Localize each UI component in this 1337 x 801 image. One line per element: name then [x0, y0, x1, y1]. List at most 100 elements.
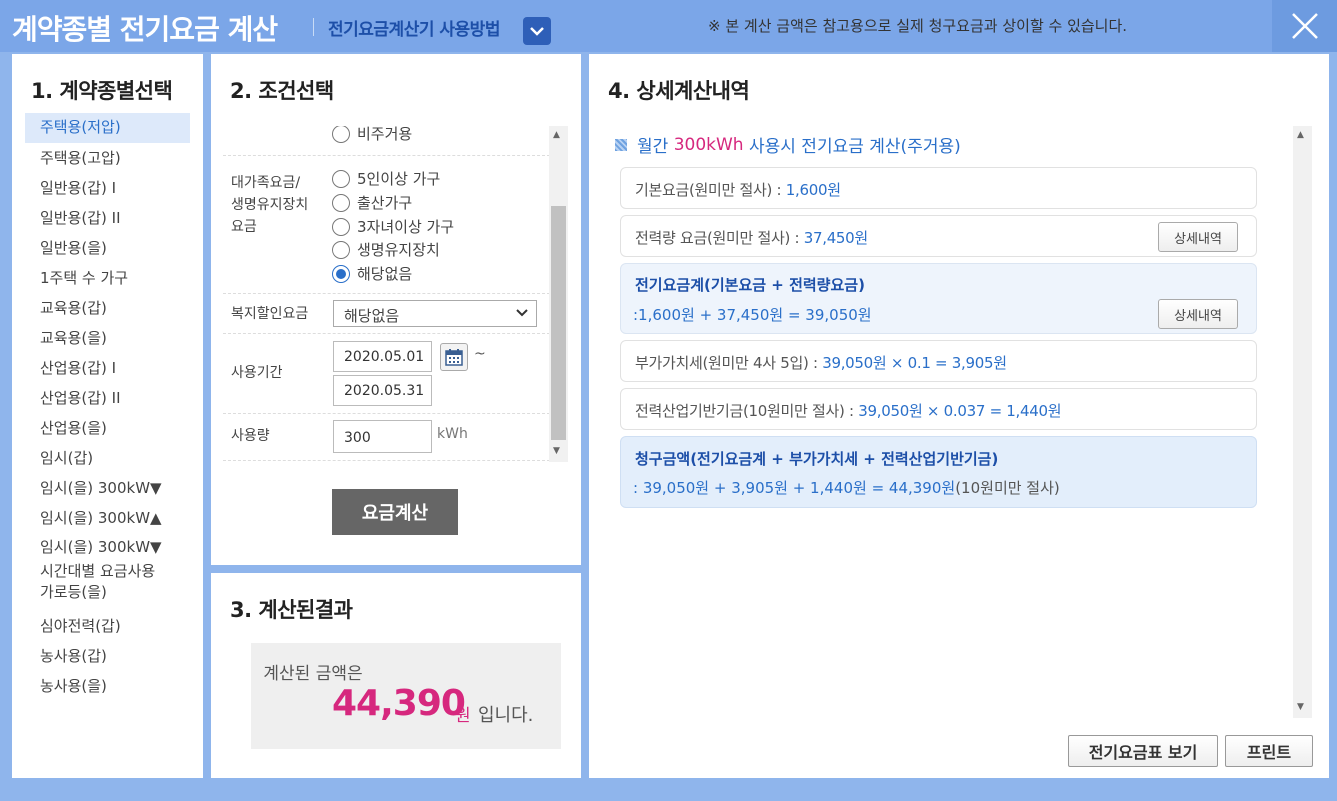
guide-toggle-button[interactable] [523, 17, 551, 45]
print-button[interactable]: 프린트 [1225, 735, 1313, 767]
result-label: 계산된 금액은 [263, 664, 363, 684]
fund-formula: 39,050원 × 0.037 = 1,440원 [858, 402, 1062, 420]
radio-family-5plus[interactable]: 5인이상 가구 [332, 168, 440, 189]
scroll-up-icon[interactable]: ▲ [1297, 130, 1304, 140]
select-value: 해당없음 [344, 307, 400, 325]
radio-circle[interactable] [332, 240, 350, 259]
result-amount: 44,390 [332, 683, 466, 724]
contract-item[interactable]: 농사용(갑) [25, 641, 190, 671]
calculate-button[interactable]: 요금계산 [332, 489, 458, 535]
subtotal-formula: :1,600원 + 37,450원 = 39,050원 [633, 306, 872, 324]
panel-title-result: 3. 계산된결과 [230, 598, 353, 622]
radio-circle-selected[interactable] [332, 264, 350, 283]
condition-scrollbar[interactable]: ▲ ▼ [549, 126, 568, 462]
radio-circle[interactable] [332, 217, 350, 236]
usage-row: 사용량 300 kWh [223, 414, 550, 461]
contract-item[interactable]: 임시(을) 300kW▼ [25, 473, 190, 503]
welfare-discount-select[interactable]: 해당없음 [333, 300, 537, 327]
contract-item[interactable]: 일반용(갑) I [25, 173, 190, 203]
chevron-down-icon [530, 27, 544, 36]
panel-title-contract: 1. 계약종별선택 [31, 79, 173, 103]
chevron-down-icon [516, 309, 528, 317]
condition-scroll-area[interactable]: 비주거용 대가족요금/ 생명유지장치 요금 5인이상 가구 출산가구 3자녀이상… [223, 126, 569, 462]
vat-formula: 39,050원 × 0.1 = 3,905원 [822, 354, 1007, 372]
energy-fee-label: 전력량 요금(원미만 절사) : [635, 229, 804, 247]
contract-item[interactable]: 임시(을) 300kW▼ 시간대별 요금사용 [25, 533, 190, 581]
total-note: (10원미만 절사) [955, 479, 1060, 497]
radio-label: 생명유지장치 [357, 241, 440, 259]
usage-input[interactable]: 300 [333, 420, 432, 453]
contract-type-list: 주택용(저압) 주택용(고압) 일반용(갑) I 일반용(갑) II 일반용(을… [25, 113, 190, 701]
total-formula-line: : 39,050원 + 3,905원 + 1,440원 = 44,390원(10… [633, 477, 1060, 498]
radio-family-life-support[interactable]: 생명유지장치 [332, 239, 440, 260]
radio-family-none[interactable]: 해당없음 [332, 263, 412, 284]
radio-circle[interactable] [332, 193, 350, 212]
contract-item[interactable]: 산업용(갑) I [25, 353, 190, 383]
radio-circle[interactable] [332, 169, 350, 188]
calendar-button[interactable] [440, 343, 468, 371]
base-fee-item: 기본요금(원미만 절사) : 1,600원 [620, 167, 1257, 209]
contract-item[interactable]: 임시(갑) [25, 443, 190, 473]
base-fee-text: 기본요금(원미만 절사) : 1,600원 [635, 179, 841, 200]
radio-circle[interactable] [332, 126, 350, 143]
contract-item[interactable]: 임시(을) 300kW▲ [25, 503, 190, 533]
period-label: 사용기간 [231, 365, 283, 381]
detail-scrollbar[interactable]: ▲ ▼ [1293, 126, 1312, 718]
radio-family-birth[interactable]: 출산가구 [332, 192, 412, 213]
vat-text: 부가가치세(원미만 4사 5입) : 39,050원 × 0.1 = 3,905… [635, 352, 1007, 373]
detail-heading: 월간 300kWh 사용시 전기요금 계산(주거용) [615, 132, 961, 157]
radio-non-residential[interactable]: 비주거용 [332, 126, 412, 144]
contract-item[interactable]: 가로등(을) [25, 581, 190, 611]
energy-detail-button[interactable]: 상세내역 [1158, 222, 1238, 252]
contract-item[interactable]: 일반용(갑) II [25, 203, 190, 233]
rate-table-button[interactable]: 전기요금표 보기 [1068, 735, 1218, 767]
contract-item[interactable]: 산업용(갑) II [25, 383, 190, 413]
period-start-input[interactable]: 2020.05.01 [333, 341, 432, 372]
usage-label: 사용량 [231, 428, 270, 444]
panel-title-condition: 2. 조건선택 [230, 79, 334, 103]
total-title: 청구금액(전기요금계 + 부가가치세 + 전력산업기반기금) [635, 450, 999, 468]
usage-guide-link[interactable]: 전기요금계산기 사용방법 [328, 15, 500, 40]
disclaimer-notice: ※ 본 계산 금액은 참고용으로 실제 청구요금과 상이할 수 있습니다. [708, 17, 1128, 35]
contract-item[interactable]: 심야전력(갑) [25, 611, 190, 641]
contract-item[interactable]: 주택용(저압) [25, 113, 190, 143]
energy-fee-item: 전력량 요금(원미만 절사) : 37,450원 상세내역 [620, 215, 1257, 257]
contract-item[interactable]: 주택용(고압) [25, 143, 190, 173]
radio-label: 5인이상 가구 [357, 170, 441, 188]
heading-usage: 300kWh [673, 134, 744, 155]
welfare-discount-label: 복지할인요금 [231, 306, 309, 322]
title-bar: 계약종별 전기요금 계산 전기요금계산기 사용방법 ※ 본 계산 금액은 참고용… [0, 0, 1337, 52]
base-fee-label: 기본요금(원미만 절사) : [635, 181, 786, 199]
contract-item[interactable]: 산업용(을) [25, 413, 190, 443]
energy-fee-value: 37,450원 [803, 229, 868, 247]
result-panel: 3. 계산된결과 계산된 금액은 44,390 원 입니다. [211, 573, 581, 778]
fund-label: 전력산업기반기금(10원미만 절사) : [635, 402, 859, 420]
usage-unit: kWh [437, 426, 468, 442]
contract-item[interactable]: 교육용(갑) [25, 293, 190, 323]
scroll-up-icon[interactable]: ▲ [553, 130, 560, 140]
radio-label: 출산가구 [357, 194, 413, 212]
contract-item[interactable]: 농사용(을) [25, 671, 190, 701]
result-suffix: 입니다. [478, 705, 534, 726]
contract-item[interactable]: 교육용(을) [25, 323, 190, 353]
energy-fee-text: 전력량 요금(원미만 절사) : 37,450원 [635, 227, 868, 248]
close-icon [1291, 13, 1318, 39]
heading-text: 사용시 전기요금 계산(주거용) [743, 137, 961, 157]
bullet-square-icon [615, 138, 627, 151]
scrollbar-thumb[interactable] [551, 206, 566, 440]
contract-item[interactable]: 1주택 수 가구 [25, 263, 190, 293]
scroll-down-icon[interactable]: ▼ [1297, 702, 1304, 712]
subtotal-title: 전기요금계(기본요금 + 전력량요금) [635, 276, 865, 294]
result-unit: 원 [455, 706, 471, 726]
subtotal-item: 전기요금계(기본요금 + 전력량요금) :1,600원 + 37,450원 = … [620, 263, 1257, 334]
period-end-input[interactable]: 2020.05.31 [333, 375, 432, 406]
app-title: 계약종별 전기요금 계산 [12, 13, 278, 46]
radio-family-3children[interactable]: 3자녀이상 가구 [332, 216, 454, 237]
contract-item[interactable]: 일반용(을) [25, 233, 190, 263]
close-button[interactable] [1272, 0, 1337, 52]
radio-label: 비주거용 [357, 126, 413, 143]
family-discount-label: 대가족요금/ 생명유지장치 요금 [231, 175, 309, 235]
scroll-down-icon[interactable]: ▼ [553, 446, 560, 456]
heading-text: 월간 [637, 137, 674, 157]
subtotal-detail-button[interactable]: 상세내역 [1158, 299, 1238, 329]
